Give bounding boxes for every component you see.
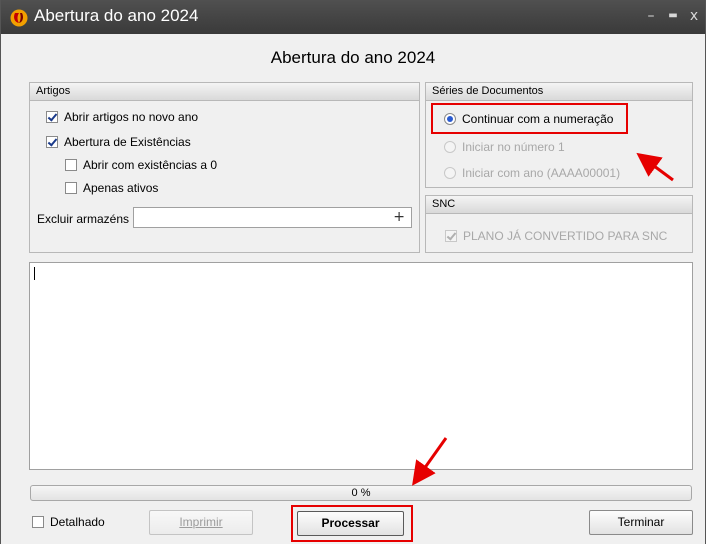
abertura-existencias-checkbox[interactable]: Abertura de Existências — [46, 135, 191, 149]
log-textarea[interactable] — [29, 262, 693, 470]
annotation-highlight-continuar — [431, 103, 628, 134]
plano-snc-label: PLANO JÁ CONVERTIDO PARA SNC — [463, 229, 668, 243]
iniciar-numero-label: Iniciar no número 1 — [462, 140, 565, 154]
checkbox-checked-icon — [46, 111, 58, 123]
abrir-zero-label: Abrir com existências a 0 — [83, 158, 218, 172]
radio-empty-icon — [444, 141, 456, 153]
checkbox-checked-icon — [46, 136, 58, 148]
checkbox-checked-icon — [445, 230, 457, 242]
text-cursor — [34, 267, 35, 280]
minimize-icon[interactable]: – — [641, 6, 661, 26]
terminar-button[interactable]: Terminar — [589, 510, 693, 535]
artigos-legend: Artigos — [30, 83, 419, 101]
add-icon[interactable]: + — [393, 209, 405, 225]
snc-legend: SNC — [426, 196, 692, 214]
radio-empty-icon — [444, 167, 456, 179]
abrir-artigos-label: Abrir artigos no novo ano — [64, 110, 199, 124]
annotation-highlight-processar — [291, 505, 413, 542]
dialog-window: Abertura do ano 2024 – ▬ x Abertura do a… — [0, 0, 706, 544]
checkbox-empty-icon — [65, 159, 77, 171]
page-title: Abertura do ano 2024 — [270, 48, 436, 67]
imprimir-button[interactable]: Imprimir — [149, 510, 253, 535]
excluir-armazens-input[interactable]: + — [133, 207, 412, 228]
series-legend: Séries de Documentos — [426, 83, 692, 101]
snc-group: SNC — [425, 195, 693, 253]
iniciar-ano-label: Iniciar com ano (AAAA00001) — [462, 166, 621, 180]
maximize-icon[interactable]: ▬ — [663, 6, 683, 26]
detalhado-label: Detalhado — [50, 515, 105, 529]
title-bar[interactable]: Abertura do ano 2024 – ▬ x — [1, 0, 705, 34]
abrir-zero-checkbox[interactable]: Abrir com existências a 0 — [65, 158, 217, 172]
progress-bar: 0 % — [30, 485, 692, 501]
checkbox-empty-icon — [32, 516, 44, 528]
plano-snc-checkbox[interactable]: PLANO JÁ CONVERTIDO PARA SNC — [445, 229, 667, 243]
close-icon[interactable]: x — [684, 6, 704, 26]
iniciar-numero-radio[interactable]: Iniciar no número 1 — [444, 140, 565, 154]
apenas-ativos-label: Apenas ativos — [83, 181, 159, 195]
checkbox-empty-icon — [65, 182, 77, 194]
abrir-artigos-checkbox[interactable]: Abrir artigos no novo ano — [46, 110, 198, 124]
progress-label: 0 % — [351, 487, 371, 499]
excluir-armazens-label: Excluir armazéns — [37, 212, 130, 226]
iniciar-ano-radio[interactable]: Iniciar com ano (AAAA00001) — [444, 166, 620, 180]
apenas-ativos-checkbox[interactable]: Apenas ativos — [65, 181, 158, 195]
abertura-existencias-label: Abertura de Existências — [64, 135, 191, 149]
detalhado-checkbox[interactable]: Detalhado — [32, 515, 105, 529]
window-title: Abertura do ano 2024 — [34, 6, 199, 25]
app-logo-icon — [10, 9, 28, 27]
